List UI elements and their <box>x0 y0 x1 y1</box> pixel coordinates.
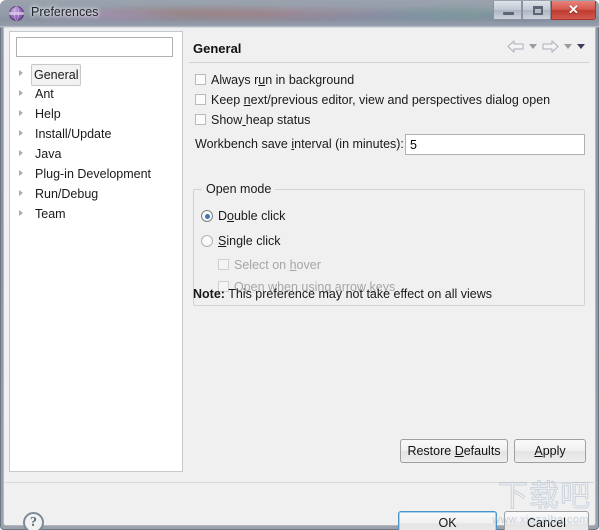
chevron-right-icon[interactable] <box>19 90 23 96</box>
close-icon: ✕ <box>568 2 579 17</box>
window-controls: ✕ <box>493 1 596 20</box>
checkbox-icon[interactable] <box>195 74 206 85</box>
sidebar-item-label: Java <box>35 147 62 161</box>
preference-tree-panel: General Ant Help Install/Update Java Plu… <box>9 31 183 472</box>
maximize-button[interactable] <box>522 1 551 20</box>
minimize-button[interactable] <box>493 1 522 20</box>
close-button[interactable]: ✕ <box>551 1 596 20</box>
checkbox-label-post: heap status <box>245 113 311 127</box>
chevron-right-icon[interactable] <box>19 190 23 196</box>
page-title: General <box>193 41 242 56</box>
preference-page-general: General Always run in background Keep ne… <box>187 31 591 472</box>
restore-defaults-label-mnemonic: D <box>454 444 464 458</box>
checkbox-label-post: over <box>296 258 321 272</box>
chevron-right-icon[interactable] <box>19 70 23 76</box>
sidebar-item-label: Team <box>35 207 66 221</box>
workbench-save-interval-input[interactable] <box>405 134 585 155</box>
back-arrow-icon[interactable] <box>507 40 524 53</box>
checkbox-label-mnemonic: h <box>289 258 297 272</box>
note-text: This preference may not take effect on a… <box>228 287 492 301</box>
open-mode-group-title: Open mode <box>202 182 276 196</box>
page-nav-toolbar <box>507 40 585 53</box>
restore-defaults-button[interactable]: Restore Defaults <box>400 439 508 463</box>
checkbox-label-pre: Always r <box>211 73 259 87</box>
chevron-right-icon[interactable] <box>19 150 23 156</box>
checkbox-keep-next-previous-editor[interactable]: Keep next/previous editor, view and pers… <box>195 91 550 109</box>
back-history-chevron-down-icon[interactable] <box>529 44 537 49</box>
checkbox-icon[interactable] <box>195 94 206 105</box>
checkbox-icon[interactable] <box>195 114 206 125</box>
sidebar-item-java[interactable]: Java <box>10 144 182 164</box>
sidebar-item-ant[interactable]: Ant <box>10 84 182 104</box>
chevron-right-icon[interactable] <box>19 110 23 116</box>
sidebar-item-general[interactable]: General <box>10 64 182 86</box>
apply-label-post: pply <box>542 444 566 458</box>
cancel-button[interactable]: Cancel <box>504 511 589 530</box>
eclipse-sphere-icon <box>9 6 24 21</box>
apply-label-mnemonic: A <box>534 444 543 458</box>
radio-double-click[interactable]: Double click <box>201 207 285 225</box>
preference-tree: General Ant Help Install/Update Java Plu… <box>10 64 182 224</box>
restore-defaults-label-pre: Restore <box>407 444 455 458</box>
apply-button[interactable]: Apply <box>514 439 586 463</box>
radio-icon[interactable] <box>201 235 213 247</box>
maximize-icon <box>533 6 543 15</box>
checkbox-label-post: n in background <box>265 73 355 87</box>
forward-arrow-icon[interactable] <box>542 40 559 53</box>
note-label: Note: <box>193 287 225 301</box>
sidebar-item-team[interactable]: Team <box>10 204 182 224</box>
sidebar-item-label: Plug-in Development <box>35 167 152 181</box>
forward-history-chevron-down-icon[interactable] <box>564 44 572 49</box>
ok-button[interactable]: OK <box>398 511 497 530</box>
dialog-body: General Ant Help Install/Update Java Plu… <box>3 27 596 530</box>
help-icon[interactable]: ? <box>23 512 44 530</box>
checkbox-label-pre: Select on <box>234 258 290 272</box>
checkbox-label-pre: Keep <box>211 93 244 107</box>
checkbox-always-run-in-background[interactable]: Always run in background <box>195 71 354 89</box>
filter-input[interactable] <box>16 37 173 57</box>
radio-single-click[interactable]: Single click <box>201 232 281 250</box>
sidebar-item-plug-in-development[interactable]: Plug-in Development <box>10 164 182 184</box>
footer-divider <box>5 482 596 483</box>
checkbox-label-mnemonic: n <box>243 93 251 107</box>
sidebar-item-label: Ant <box>35 87 54 101</box>
chevron-right-icon[interactable] <box>19 170 23 176</box>
checkbox-show-heap-status[interactable]: Show heap status <box>195 111 310 129</box>
restore-defaults-label-post: efaults <box>463 444 501 458</box>
sidebar-item-label: Run/Debug <box>35 187 99 201</box>
chevron-right-icon[interactable] <box>19 210 23 216</box>
workbench-save-interval-label: Workbench save interval (in minutes): <box>195 133 404 155</box>
sidebar-item-run-debug[interactable]: Run/Debug <box>10 184 182 204</box>
radio-label-mnemonic: o <box>227 209 234 223</box>
checkbox-label-pre: Show <box>211 113 243 127</box>
page-title-divider <box>189 62 589 63</box>
preferences-dialog-window: Preferences ✕ General Ant Help Install/U… <box>0 0 599 530</box>
title-bar[interactable]: Preferences ✕ <box>0 0 599 28</box>
sidebar-item-label: Install/Update <box>35 127 112 141</box>
view-menu-icon[interactable] <box>577 44 585 49</box>
open-mode-note: Note: This preference may not take effec… <box>193 287 492 301</box>
sidebar-item-label: General <box>31 64 82 86</box>
checkbox-label-post: ext/previous editor, view and perspectiv… <box>250 93 551 107</box>
radio-icon[interactable] <box>201 210 213 222</box>
radio-label-pre: D <box>218 209 228 223</box>
sidebar-item-label: Help <box>35 107 61 121</box>
save-interval-label-post: nterval (in minutes): <box>294 137 404 151</box>
sidebar-item-install-update[interactable]: Install/Update <box>10 124 182 144</box>
sidebar-item-help[interactable]: Help <box>10 104 182 124</box>
minimize-icon <box>503 12 514 15</box>
chevron-right-icon[interactable] <box>19 130 23 136</box>
checkbox-select-on-hover: Select on hover <box>218 256 321 274</box>
checkbox-icon <box>218 259 229 270</box>
save-interval-label-pre: Workbench save <box>195 137 292 151</box>
radio-label-post: ingle click <box>226 234 281 248</box>
radio-label-post: uble click <box>233 209 286 223</box>
window-title: Preferences <box>31 5 99 19</box>
